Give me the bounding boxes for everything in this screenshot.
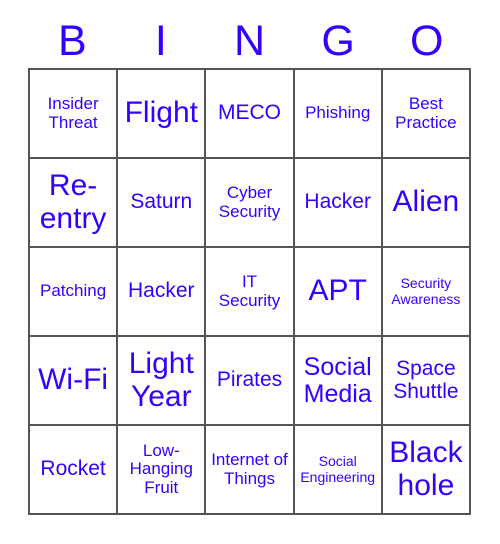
bingo-cell[interactable]: Black hole: [382, 426, 471, 515]
bingo-header-letter-b: B: [57, 16, 87, 65]
bingo-cell[interactable]: Social Engineering: [294, 426, 383, 515]
bingo-cell-label: MECO: [217, 101, 281, 125]
bingo-cell-label: Security Awareness: [391, 275, 461, 307]
bingo-cell-label: Flight: [124, 96, 198, 130]
bingo-cell[interactable]: Patching: [30, 248, 119, 337]
bingo-header: B I N G O: [28, 14, 471, 68]
bingo-cell[interactable]: Best Practice: [382, 70, 471, 159]
bingo-cell[interactable]: Re-entry: [30, 159, 119, 248]
bingo-cell-label: Black hole: [389, 436, 463, 502]
bingo-cell[interactable]: Insider Threat: [30, 70, 119, 159]
bingo-cell[interactable]: Flight: [118, 70, 207, 159]
bingo-cell-label: Re-entry: [39, 169, 107, 235]
bingo-cell[interactable]: Space Shuttle: [382, 337, 471, 426]
bingo-cell-label: APT: [308, 274, 367, 308]
bingo-cell[interactable]: Rocket: [30, 426, 119, 515]
bingo-cell[interactable]: Light Year: [118, 337, 207, 426]
bingo-cell-label: Wi-Fi: [38, 363, 109, 397]
bingo-cell[interactable]: IT Security: [206, 248, 295, 337]
bingo-card: B I N G O Insider Threat Flight MECO Phi…: [0, 0, 500, 544]
bingo-cell[interactable]: Security Awareness: [382, 248, 471, 337]
bingo-cell[interactable]: Wi-Fi: [30, 337, 119, 426]
bingo-cell-label: Patching: [40, 281, 107, 301]
bingo-cell-label: Space Shuttle: [393, 356, 459, 403]
bingo-cell-label: IT Security: [218, 272, 281, 310]
bingo-cell-label: Internet of Things: [211, 450, 288, 488]
bingo-cell-label: Social Media: [303, 352, 372, 408]
bingo-cell-label: Social Engineering: [300, 453, 376, 485]
bingo-cell[interactable]: Pirates: [206, 337, 295, 426]
bingo-header-letter-g: G: [321, 16, 355, 65]
bingo-cell-label: Insider Threat: [47, 94, 99, 132]
bingo-cell-label: Saturn: [130, 190, 193, 214]
bingo-cell-label: Cyber Security: [218, 183, 281, 221]
bingo-cell[interactable]: Phishing: [294, 70, 383, 159]
bingo-cell-label: Alien: [392, 185, 460, 219]
bingo-grid: Insider Threat Flight MECO Phishing Best…: [28, 68, 471, 515]
bingo-header-letter-o: O: [409, 16, 444, 65]
bingo-cell-label: Rocket: [40, 457, 106, 481]
bingo-cell[interactable]: Internet of Things: [206, 426, 295, 515]
bingo-cell-label: Hacker: [304, 190, 371, 214]
bingo-cell[interactable]: APT: [294, 248, 383, 337]
bingo-cell-label: Best Practice: [395, 94, 457, 132]
bingo-cell[interactable]: Social Media: [294, 337, 383, 426]
bingo-header-letter-n: N: [233, 16, 266, 65]
bingo-cell-label: Phishing: [305, 103, 371, 123]
bingo-cell[interactable]: Low-Hanging Fruit: [118, 426, 207, 515]
bingo-cell-label: Pirates: [216, 368, 283, 392]
bingo-cell[interactable]: Cyber Security: [206, 159, 295, 248]
bingo-cell[interactable]: Alien: [382, 159, 471, 248]
bingo-cell-label: Light Year: [128, 347, 194, 413]
bingo-cell[interactable]: Saturn: [118, 159, 207, 248]
bingo-cell[interactable]: Hacker: [294, 159, 383, 248]
bingo-cell[interactable]: Hacker: [118, 248, 207, 337]
bingo-cell-label: Low-Hanging Fruit: [129, 440, 193, 497]
bingo-cell[interactable]: MECO: [206, 70, 295, 159]
bingo-cell-label: Hacker: [128, 279, 195, 303]
bingo-header-letter-i: I: [154, 16, 167, 65]
